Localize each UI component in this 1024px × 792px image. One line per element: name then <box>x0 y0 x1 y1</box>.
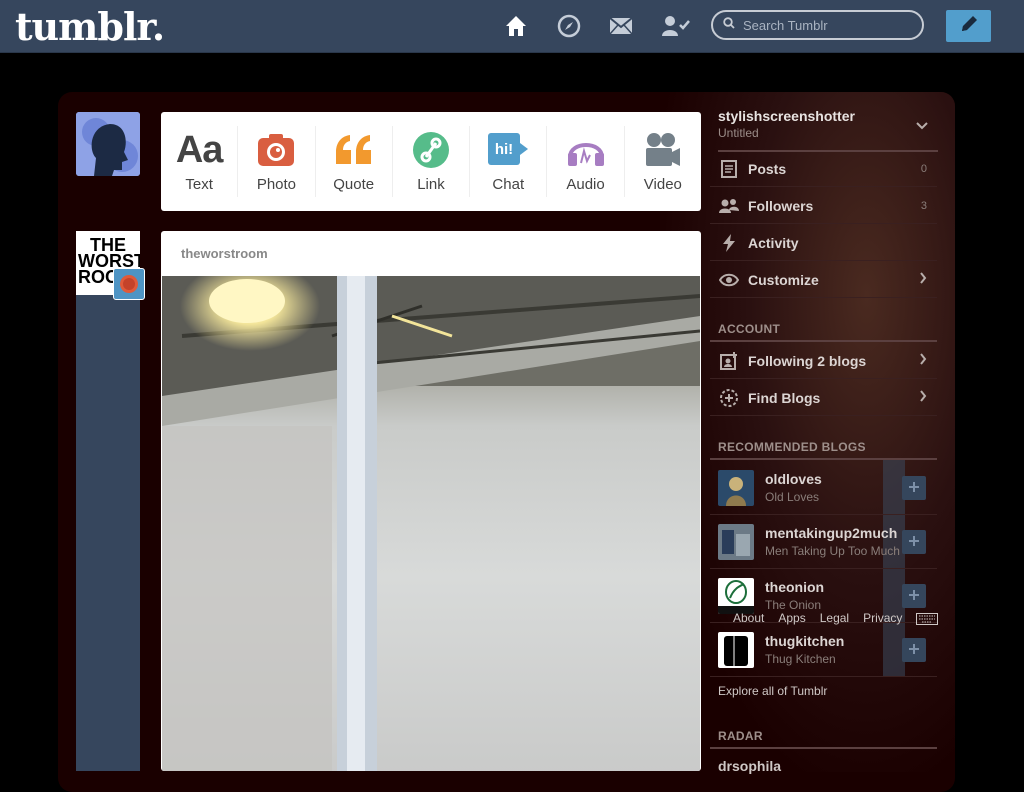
footer-link-apps[interactable]: Apps <box>778 611 805 625</box>
recommended-blog-mentakingup2much[interactable]: mentakingup2much Men Taking Up Too Much <box>710 515 937 569</box>
follow-button[interactable] <box>902 530 926 554</box>
post-blog-name[interactable]: theworstroom <box>181 246 268 261</box>
search-icon <box>723 16 735 34</box>
pencil-icon <box>958 13 980 40</box>
follow-button[interactable] <box>902 638 926 662</box>
post-type-bar: Aa Text Photo Quote Link hi! Chat Audio <box>161 112 701 211</box>
post-avatar-rail <box>76 231 140 771</box>
find-icon <box>718 388 740 408</box>
sidebar-item-following[interactable]: Following 2 blogs <box>710 343 937 379</box>
post-type-link[interactable]: Link <box>393 126 471 197</box>
reblogger-avatar[interactable] <box>113 268 145 300</box>
compose-button[interactable] <box>946 10 991 42</box>
plus-icon <box>909 641 919 659</box>
sidebar-item-find-blogs[interactable]: Find Blogs <box>710 380 937 416</box>
plus-icon <box>909 533 919 551</box>
svg-text:hi!: hi! <box>495 141 513 158</box>
explore-link[interactable]: Explore all of Tumblr <box>718 684 827 698</box>
account-name: stylishscreenshotter <box>718 108 855 124</box>
link-icon <box>412 130 450 170</box>
following-icon <box>718 351 740 370</box>
sidebar-item-activity[interactable]: Activity <box>710 225 937 261</box>
video-icon <box>644 130 682 170</box>
top-navbar: tumblr. <box>0 0 1024 53</box>
post-type-quote[interactable]: Quote <box>316 126 393 197</box>
sidebar-item-posts[interactable]: Posts 0 <box>710 151 937 187</box>
post-photo[interactable] <box>162 276 700 771</box>
sidebar-item-customize[interactable]: Customize <box>710 262 937 298</box>
text-icon: Aa <box>175 128 224 171</box>
account-icon[interactable] <box>661 13 691 39</box>
plus-icon <box>909 479 919 497</box>
blog-avatar <box>718 578 754 614</box>
chevron-right-icon <box>919 389 927 407</box>
inbox-icon[interactable] <box>608 13 634 39</box>
radar-section-heading: RADAR <box>718 729 763 743</box>
post-type-photo[interactable]: Photo <box>238 126 316 197</box>
eye-icon <box>718 273 740 287</box>
radar-blog-name[interactable]: drsophila <box>718 758 781 774</box>
chevron-right-icon <box>919 271 927 289</box>
blog-avatar <box>718 524 754 560</box>
followers-icon <box>718 198 740 214</box>
divider <box>710 747 937 749</box>
blog-avatar <box>718 470 754 506</box>
post-type-text[interactable]: Aa Text <box>161 126 239 197</box>
sidebar-item-followers[interactable]: Followers 3 <box>710 188 937 224</box>
audio-icon <box>566 130 606 170</box>
search-input[interactable] <box>741 16 915 34</box>
recommended-section-heading: RECOMMENDED BLOGS <box>718 440 866 454</box>
post-type-audio[interactable]: Audio <box>547 126 625 197</box>
user-avatar[interactable] <box>76 112 140 176</box>
activity-icon <box>718 233 740 252</box>
footer-links: About Apps Legal Privacy <box>733 611 902 625</box>
post-header: theworstroom <box>161 231 701 276</box>
dashboard-post: theworstroom <box>161 231 701 771</box>
followers-count: 3 <box>920 199 927 212</box>
follow-button[interactable] <box>902 584 926 608</box>
chevron-right-icon <box>919 352 927 370</box>
post-type-video[interactable]: Video <box>625 126 701 197</box>
photo-icon <box>257 130 295 170</box>
home-icon[interactable] <box>503 13 529 39</box>
account-switcher[interactable]: stylishscreenshotter Untitled <box>718 104 938 152</box>
plus-icon <box>909 587 919 605</box>
recommended-blog-oldloves[interactable]: oldloves Old Loves <box>710 461 937 515</box>
blog-avatar <box>718 632 754 668</box>
recommended-blog-thugkitchen[interactable]: thugkitchen Thug Kitchen <box>710 623 937 677</box>
keyboard-icon[interactable] <box>916 612 938 630</box>
account-section-heading: ACCOUNT <box>718 322 781 336</box>
footer-link-legal[interactable]: Legal <box>820 611 849 625</box>
posts-icon <box>718 159 740 178</box>
quote-icon <box>334 130 374 170</box>
divider <box>710 340 937 342</box>
posts-count: 0 <box>920 162 927 175</box>
follow-button[interactable] <box>902 476 926 500</box>
footer-link-about[interactable]: About <box>733 611 764 625</box>
explore-icon[interactable] <box>556 13 582 39</box>
search-box[interactable] <box>711 10 924 40</box>
footer-link-privacy[interactable]: Privacy <box>863 611 902 625</box>
chat-icon: hi! <box>488 130 529 170</box>
tumblr-logo[interactable]: tumblr. <box>15 4 165 49</box>
account-subtitle: Untitled <box>718 126 759 140</box>
post-type-chat[interactable]: hi! Chat <box>470 126 548 197</box>
chevron-down-icon <box>916 118 928 136</box>
